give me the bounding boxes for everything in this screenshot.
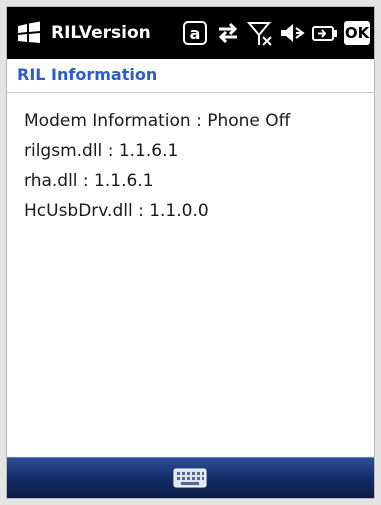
app-window: RILVersion a OK RIL Information Modem In… [6,6,375,499]
page-header: RIL Information [7,59,374,93]
ok-button[interactable]: OK [344,21,370,45]
app-title[interactable]: RILVersion [51,20,151,46]
signal-off-icon[interactable] [247,19,273,47]
at-sign-icon[interactable]: a [182,19,208,47]
hcusbdrv-version-line: HcUsbDrv.dll : 1.1.0.0 [24,201,209,221]
soft-key-bar [7,457,374,498]
speaker-muted-icon[interactable] [279,19,305,47]
rilgsm-version-line: rilgsm.dll : 1.1.6.1 [24,141,179,161]
battery-charging-icon[interactable] [311,19,339,47]
data-arrows-icon[interactable] [215,19,241,47]
svg-text:a: a [190,24,201,43]
rha-version-line: rha.dll : 1.1.6.1 [24,171,154,191]
page-title: RIL Information [17,65,158,84]
modem-info-line: Modem Information : Phone Off [24,111,291,131]
status-bar: RILVersion a OK [7,7,374,59]
windows-start-icon[interactable] [15,20,43,46]
keyboard-icon[interactable] [173,468,207,488]
